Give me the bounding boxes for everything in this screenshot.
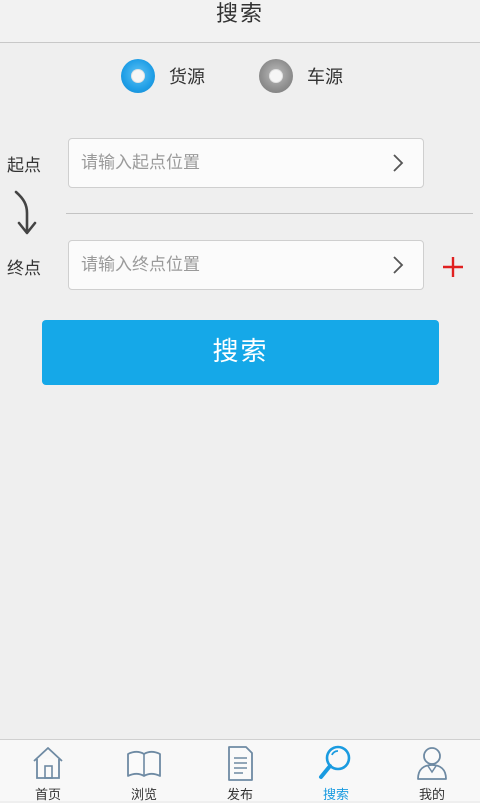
nav-item-home[interactable]: 首页 bbox=[0, 740, 96, 803]
search-button[interactable]: 搜索 bbox=[42, 320, 439, 385]
nav-item-publish[interactable]: 发布 bbox=[192, 740, 288, 803]
page-title: 搜索 bbox=[215, 2, 264, 27]
nav-label-browse: 浏览 bbox=[130, 788, 157, 803]
origin-label: 起点 bbox=[7, 156, 41, 176]
nav-item-search[interactable]: 搜索 bbox=[288, 740, 384, 803]
nav-item-browse[interactable]: 浏览 bbox=[96, 740, 192, 803]
radio-selected-icon bbox=[121, 59, 155, 93]
nav-label-home: 首页 bbox=[34, 788, 61, 803]
origin-placeholder: 请输入起点位置 bbox=[81, 153, 200, 173]
destination-placeholder: 请输入终点位置 bbox=[81, 255, 200, 275]
search-icon bbox=[319, 745, 351, 779]
radio-cargo-source[interactable]: 货源 bbox=[121, 58, 205, 94]
chevron-right-icon bbox=[393, 256, 404, 274]
user-icon bbox=[417, 747, 447, 780]
destination-input[interactable]: 请输入终点位置 bbox=[68, 240, 424, 290]
radio-vehicle-source[interactable]: 车源 bbox=[259, 58, 343, 94]
nav-label-publish: 发布 bbox=[226, 788, 253, 803]
divider bbox=[66, 213, 473, 214]
add-waypoint-icon[interactable] bbox=[440, 254, 466, 280]
swap-direction-icon[interactable] bbox=[10, 189, 44, 237]
chevron-right-icon bbox=[393, 154, 404, 172]
nav-label-search: 搜索 bbox=[322, 788, 349, 803]
source-type-group: 货源 车源 bbox=[0, 58, 480, 94]
bottom-nav: 首页 浏览 发布 搜索 我的 bbox=[0, 739, 480, 803]
header-bar: 搜索 bbox=[0, 0, 480, 43]
radio-cargo-label: 货源 bbox=[169, 67, 205, 88]
nav-item-mine[interactable]: 我的 bbox=[384, 740, 480, 803]
book-icon bbox=[127, 750, 161, 777]
origin-input[interactable]: 请输入起点位置 bbox=[68, 138, 424, 188]
radio-unselected-icon bbox=[259, 59, 293, 93]
radio-vehicle-label: 车源 bbox=[307, 67, 343, 88]
destination-label: 终点 bbox=[7, 259, 41, 279]
nav-label-mine: 我的 bbox=[418, 788, 445, 803]
home-icon bbox=[33, 747, 63, 779]
document-icon bbox=[228, 746, 253, 781]
